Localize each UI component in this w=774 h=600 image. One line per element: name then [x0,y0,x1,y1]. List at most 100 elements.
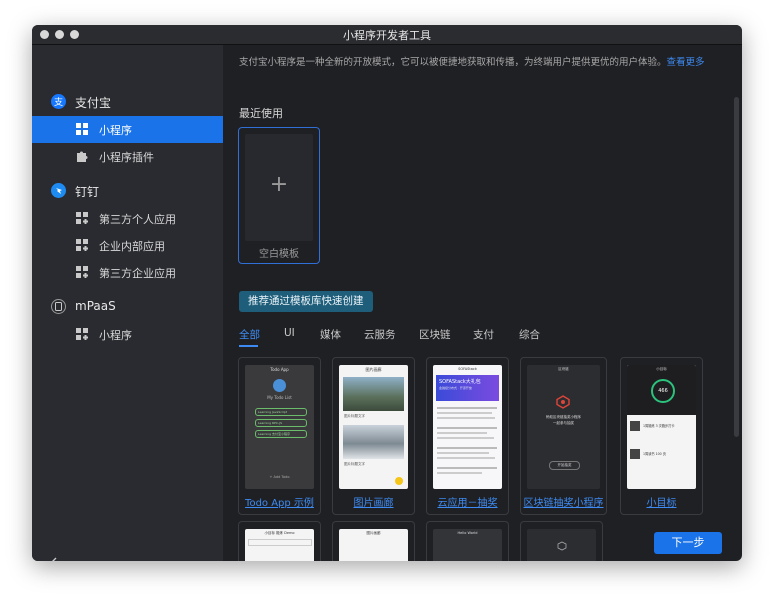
tab-all[interactable]: 全部 [239,327,260,342]
blank-template-label: 空白模板 [259,249,299,260]
sidebar-item-plugin[interactable]: 小程序插件 [32,143,223,170]
text-line [437,457,495,459]
text-line [437,452,489,454]
tab-payment[interactable]: 支付 [473,327,494,342]
mini-caption: 图片标题文字 [344,462,365,466]
mini-row: Learning 支付宝小程序 [255,430,307,438]
gallery-fab-icon [395,477,403,485]
sidebar-item-enterprise-internal[interactable]: 企业内部应用 [32,232,223,259]
window-title: 小程序开发者工具 [343,29,431,42]
template-preview: 小目标 466 1周锻炼 3 次跑步打卡 1周读书 100 页 [627,365,696,489]
sidebar-item-third-party-enterprise[interactable]: 第三方企业应用 [32,259,223,286]
back-arrow-icon[interactable] [48,556,66,561]
template-card-gallery[interactable]: 图片画廊 图片标题文字 图片标题文字 图片画廊 [332,357,415,515]
template-name: 区块链抽奖小程序 [523,498,604,509]
sidebar-item-label: 第三方企业应用 [99,267,176,280]
text-line [437,432,487,434]
text-line [437,417,495,419]
template-preview: 图片画廊 图片标题文字 图片标题文字 [339,365,408,489]
mini-line: 蚂蚁区块链抽奖小程序 [546,415,581,419]
tab-media[interactable]: 媒体 [320,327,341,342]
blank-template-preview: + [245,134,313,241]
scrollbar[interactable] [734,97,739,437]
template-preview: 小目标 锻炼 Demo [245,529,314,561]
gallery-photo-1 [343,377,404,411]
tab-ui[interactable]: UI [284,327,295,339]
mini-title: My Todo List [267,395,292,400]
mpaas-icon [51,299,66,314]
app-window: 小程序开发者工具 支 支付宝 小程序 小程序插件 钉钉 第三方个人应用 企业内部… [32,25,742,561]
puzzle-icon [77,151,88,162]
tab-cloud[interactable]: 云服务 [364,327,396,342]
mini-header: 小目标 [656,367,667,371]
sidebar-item-mpaas-miniprogram[interactable]: 小程序 [32,321,223,348]
template-name: 小目标 [646,498,677,509]
template-card-row2[interactable]: Hello World [426,521,509,561]
mini-row: 1周锻炼 3 次跑步打卡 [643,424,675,428]
mini-header: 图片画廊 [366,531,381,535]
plus-icon: + [269,172,289,197]
dingtalk-icon [51,183,66,198]
intro-text: 支付宝小程序是一种全新的开放模式，它可以被便捷地获取和传播，为终端用户提供更优的… [239,54,705,68]
sidebar: 支 支付宝 小程序 小程序插件 钉钉 第三方个人应用 企业内部应用 第三方企业应… [32,45,223,561]
text-line [437,472,482,474]
svg-text:支: 支 [54,96,63,107]
sidebar-item-third-party-personal[interactable]: 第三方个人应用 [32,205,223,232]
text-line [437,412,492,414]
gallery-photo-2 [343,425,404,459]
template-card-blockchain[interactable]: 区块链 蚂蚁区块链抽奖小程序 一起参与抽奖 开始抽奖 区块链抽奖小程序 [520,357,607,515]
mini-input [248,539,312,546]
mini-row: 1周读书 100 页 [643,452,666,456]
quick-create-button[interactable]: 推荐通过模板库快速创建 [239,291,373,312]
active-tab-indicator [239,345,258,347]
grid-plus-icon [76,239,88,251]
template-preview: Hello World [433,529,502,561]
main-panel: 支付宝小程序是一种全新的开放模式，它可以被便捷地获取和传播，为终端用户提供更优的… [223,45,742,561]
grid-icon [76,123,88,135]
template-name: Todo App 示例 [245,498,314,509]
template-name: 图片画廊 [353,498,394,509]
template-name: 云应用－抽奖 [437,498,498,509]
template-preview [527,529,596,561]
sidebar-group-mpaas: mPaaS [32,294,223,320]
goal-progress-ring: 466 [651,379,675,403]
blank-template-card[interactable]: + 空白模板 [238,127,320,264]
template-card-cloud[interactable]: SOFAStack SOFAStack大礼包 金融级分布式 · 开源开放 云应用… [426,357,509,515]
mini-header: 图片画廊 [365,367,382,372]
template-preview: Todo App My Todo List Learning JavaScrip… [245,365,314,489]
recent-section-title: 最近使用 [239,107,283,120]
template-card-todo[interactable]: Todo App My Todo List Learning JavaScrip… [238,357,321,515]
sidebar-item-miniprogram[interactable]: 小程序 [32,116,223,143]
mini-add: + Add Todo [269,475,290,479]
grid-plus-icon [76,266,88,278]
tab-general[interactable]: 综合 [519,327,540,342]
template-card-goal[interactable]: 小目标 466 1周锻炼 3 次跑步打卡 1周读书 100 页 小目标 [620,357,703,515]
next-button[interactable]: 下一步 [654,532,722,554]
tab-blockchain[interactable]: 区块链 [419,327,451,342]
text-line [437,467,497,469]
grid-plus-icon [76,328,88,340]
sidebar-item-label: 小程序 [99,124,132,137]
sidebar-item-label: 第三方个人应用 [99,213,176,226]
template-preview: 图片画廊 [339,529,408,561]
template-card-row2[interactable]: 图片画廊 [332,521,415,561]
intro-more-link[interactable]: 查看更多 [667,57,705,68]
todo-logo-icon [273,379,286,392]
sidebar-group-label: 钉钉 [75,185,100,199]
text-line [437,447,497,449]
intro-description: 支付宝小程序是一种全新的开放模式，它可以被便捷地获取和传播，为终端用户提供更优的… [239,57,667,68]
template-card-row2[interactable]: 小目标 锻炼 Demo [238,521,321,561]
goal-thumb [630,421,640,431]
sidebar-item-label: 小程序 [99,329,132,342]
goal-thumb [630,449,640,459]
text-line [437,437,494,439]
mini-line: 一起参与抽奖 [553,421,574,425]
template-preview: 区块链 蚂蚁区块链抽奖小程序 一起参与抽奖 开始抽奖 [527,365,600,489]
template-card-row2[interactable] [520,521,603,561]
sidebar-group-dingtalk: 钉钉 [32,178,223,204]
sidebar-item-label: 企业内部应用 [99,240,165,253]
text-line [437,407,497,409]
alipay-icon: 支 [51,94,66,109]
mini-header: 小目标 锻炼 Demo [264,531,295,535]
sidebar-group-alipay: 支 支付宝 [32,89,223,115]
